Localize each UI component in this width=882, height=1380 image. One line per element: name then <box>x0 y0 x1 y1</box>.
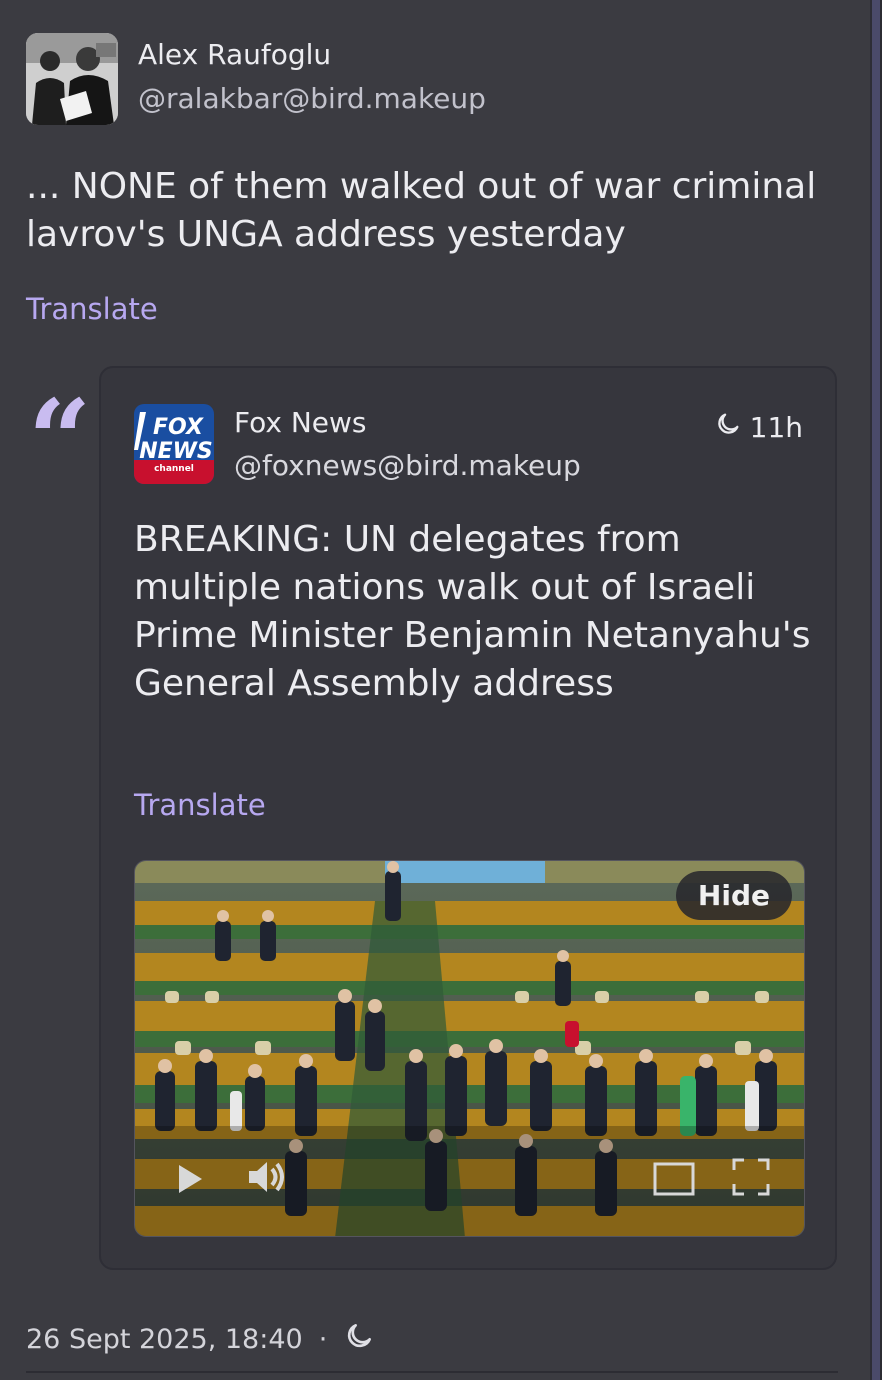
quoted-time[interactable]: 11h <box>714 410 803 445</box>
fullscreen-icon[interactable] <box>732 1158 770 1200</box>
logo-text-sub: channel <box>154 464 194 474</box>
timestamp-label: 26 Sept 2025, 18:40 <box>26 1324 303 1355</box>
scrollbar[interactable] <box>870 0 880 1380</box>
quoted-post-text: BREAKING: UN delegates from multiple nat… <box>134 519 811 704</box>
moon-icon <box>714 410 742 445</box>
quote-mark-icon: “ <box>28 375 92 504</box>
author-handle[interactable]: @ralakbar@bird.makeup <box>138 82 486 115</box>
translate-link[interactable]: Translate <box>26 292 158 326</box>
fox-news-avatar[interactable]: FOX NEWS channel <box>134 404 214 484</box>
moon-icon <box>343 1320 375 1359</box>
pip-icon[interactable] <box>653 1162 695 1200</box>
post-page: Alex Raufoglu @ralakbar@bird.makeup ... … <box>0 0 882 1380</box>
timestamp-separator: · <box>318 1324 328 1355</box>
hide-media-button[interactable]: Hide <box>675 871 792 920</box>
quoted-time-label: 11h <box>749 411 803 444</box>
author-avatar[interactable] <box>26 33 118 125</box>
post-timestamp[interactable]: 26 Sept 2025, 18:40 · <box>26 1320 375 1359</box>
post-text: ... NONE of them walked out of war crimi… <box>26 166 817 255</box>
author-name[interactable]: Alex Raufoglu <box>138 38 331 71</box>
quoted-author-name[interactable]: Fox News <box>234 406 367 439</box>
logo-text-top: FOX <box>153 415 204 440</box>
video-player[interactable]: Hide <box>134 860 805 1237</box>
quoted-translate-link[interactable]: Translate <box>134 788 266 822</box>
volume-icon[interactable] <box>245 1158 287 1200</box>
divider <box>26 1371 838 1373</box>
play-icon[interactable] <box>175 1162 205 1200</box>
logo-text-bottom: NEWS <box>139 439 213 464</box>
quoted-author-handle[interactable]: @foxnews@bird.makeup <box>234 449 581 482</box>
quoted-post[interactable]: FOX NEWS channel Fox News @foxnews@bird.… <box>99 366 837 1270</box>
